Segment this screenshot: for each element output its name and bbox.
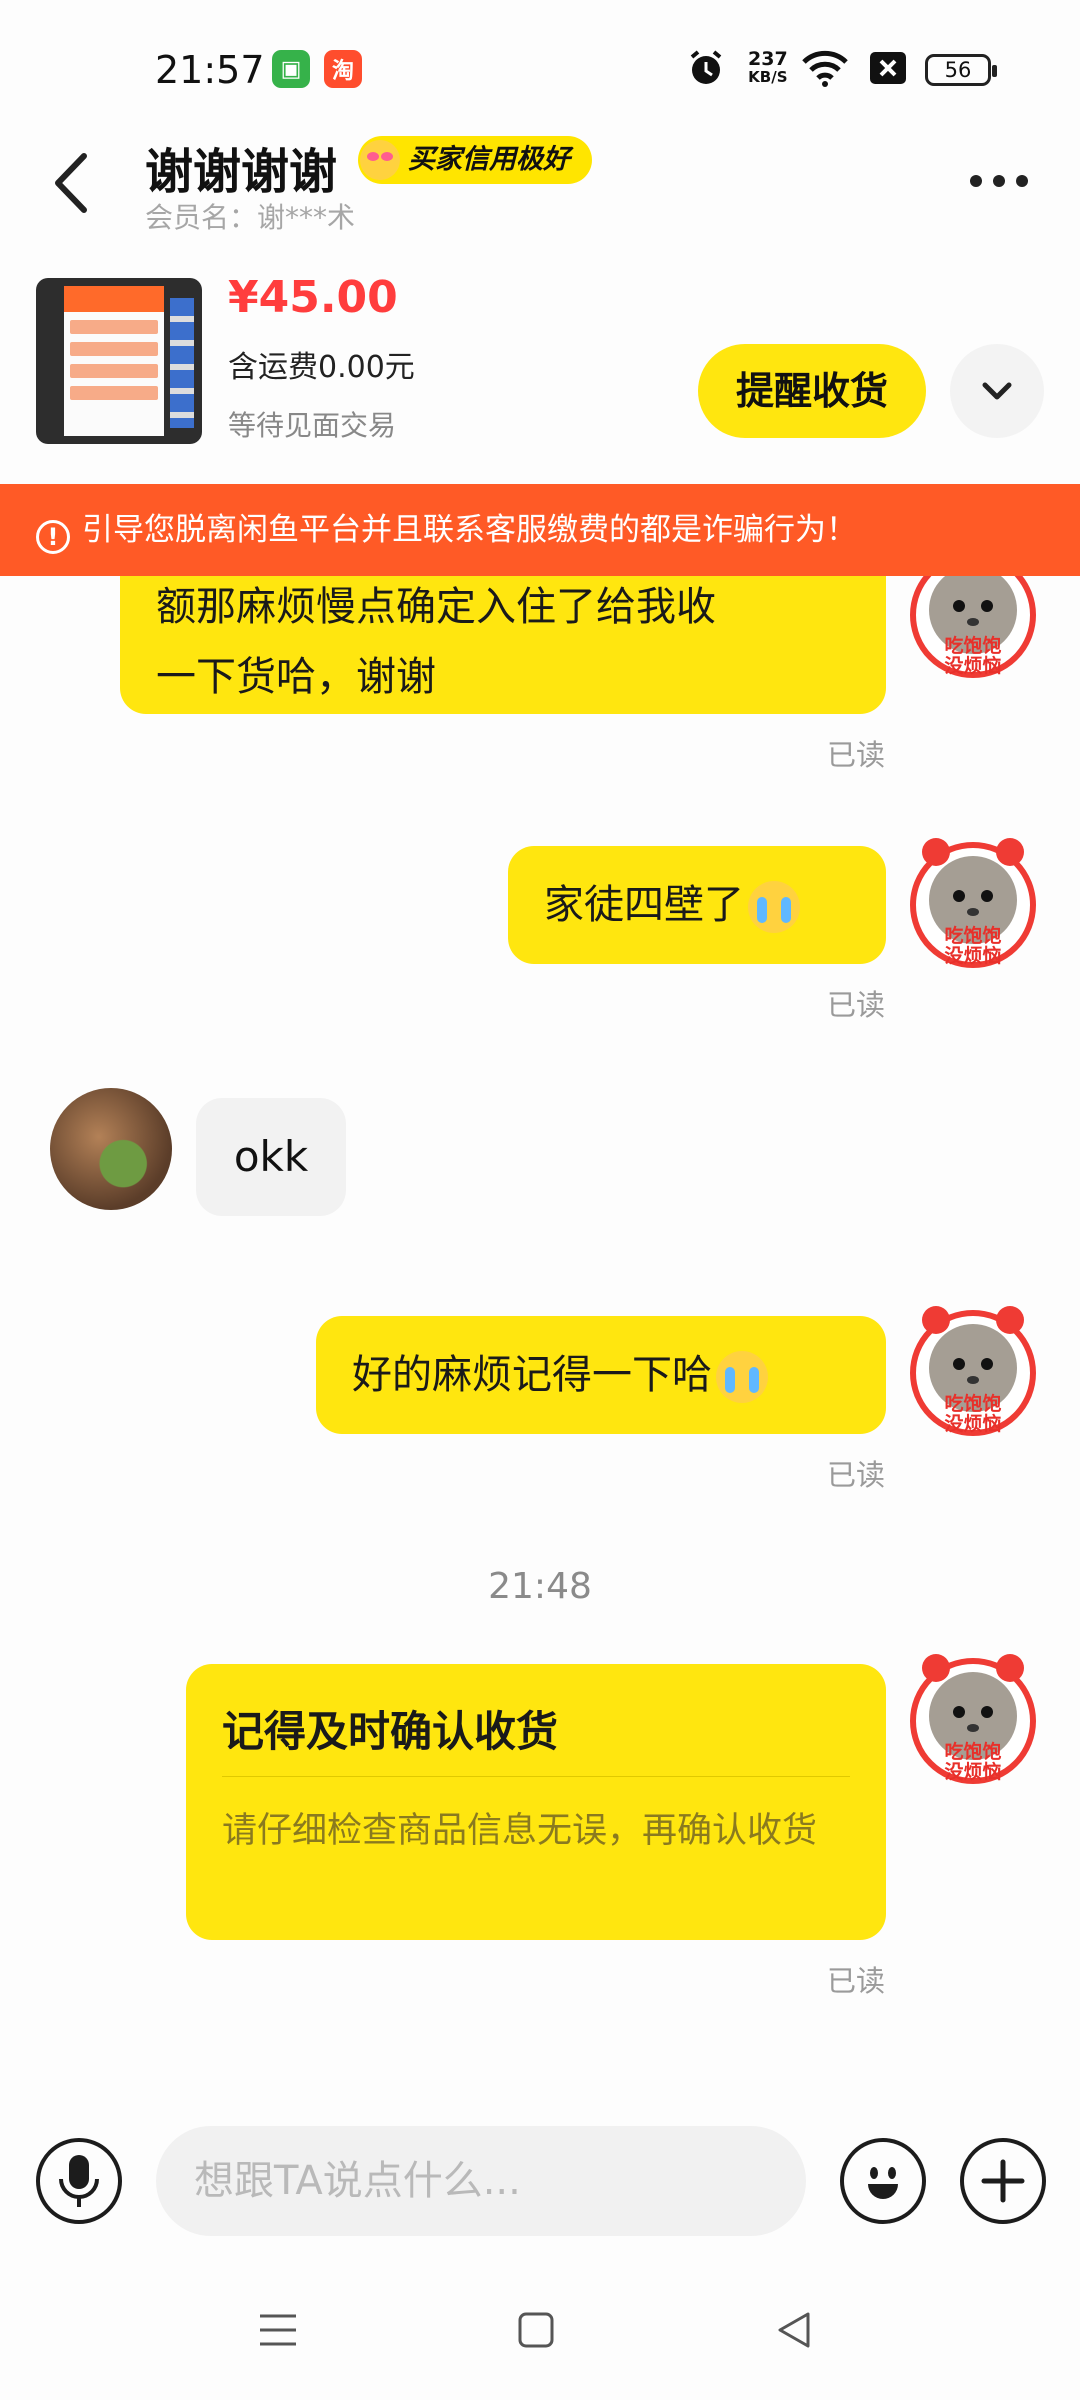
crying-emoji-icon (716, 1351, 768, 1403)
shipping-fee: 含运费0.00元 (228, 350, 415, 385)
confirm-receipt-card[interactable]: 记得及时确认收货 请仔细检查商品信息无误，再确认收货 (186, 1664, 886, 1940)
home-nav-button[interactable] (506, 2300, 566, 2360)
taobao-icon: 淘 (324, 50, 362, 88)
user-avatar[interactable]: 吃饱饱 没烦恼 (906, 838, 1040, 972)
emoji-face-icon (360, 140, 400, 180)
card-title: 记得及时确认收货 (222, 1707, 559, 1756)
read-status: 已读 (826, 988, 885, 1022)
fraud-warning-banner: ! 引导您脱离闲鱼平台并且联系客服缴费的都是诈骗行为！ (0, 484, 1080, 576)
message-bubble[interactable]: 好的麻烦记得一下哈 (316, 1316, 886, 1434)
back-arrow-icon[interactable] (46, 148, 96, 218)
menu-icon (260, 2314, 296, 2346)
svg-text:没烦恼: 没烦恼 (944, 654, 1001, 677)
svg-text:吃饱饱: 吃饱饱 (944, 924, 1001, 947)
message-timestamp: 21:48 (488, 1566, 592, 1607)
chevron-down-icon (982, 382, 1012, 400)
user-avatar[interactable]: 吃饱饱 没烦恼 (906, 1306, 1040, 1440)
chat-header: 谢谢谢谢 买家信用极好 会员名：谢***术 (0, 120, 1080, 240)
order-price: ¥45.00 (228, 272, 398, 323)
card-body: 请仔细检查商品信息无误，再确认收货 (222, 1811, 818, 1851)
crying-emoji-icon (748, 881, 800, 933)
system-navigation-bar (0, 2270, 1080, 2400)
svg-text:没烦恼: 没烦恼 (944, 1412, 1001, 1435)
message-input[interactable]: 想跟TA说点什么... (156, 2126, 806, 2236)
smile-icon (868, 2167, 898, 2199)
user-avatar[interactable]: 吃饱饱 没烦恼 (906, 576, 1040, 682)
clock: 21:57 (155, 48, 265, 92)
plus-icon (981, 2159, 1025, 2203)
svg-text:没烦恼: 没烦恼 (944, 1760, 1001, 1783)
battery-icon: 56 (925, 54, 997, 86)
order-status: 等待见面交易 (228, 409, 397, 442)
expand-order-button[interactable] (950, 344, 1044, 438)
order-card[interactable]: ¥45.00 含运费0.00元 等待见面交易 提醒收货 (0, 252, 1080, 472)
wifi-icon (802, 50, 848, 87)
input-bar: 想跟TA说点什么... (0, 2106, 1080, 2256)
read-status: 已读 (826, 1964, 885, 1998)
svg-text:吃饱饱: 吃饱饱 (944, 634, 1001, 657)
message-bubble[interactable]: okk (196, 1098, 346, 1216)
home-square-icon (518, 2312, 554, 2348)
microphone-icon (59, 2155, 99, 2207)
message-bubble[interactable]: 家徒四壁了 (508, 846, 886, 964)
member-name: 会员名：谢***术 (145, 201, 356, 234)
status-bar: 21:57 ▣ 淘 237 KB/S 56 (0, 0, 1080, 140)
close-box-icon (870, 52, 906, 84)
app-green-icon: ▣ (272, 50, 310, 88)
more-options-icon[interactable] (970, 172, 1039, 191)
network-speed: 237 KB/S (748, 48, 788, 87)
card-divider (222, 1776, 850, 1777)
menu-nav-button[interactable] (248, 2300, 308, 2360)
contact-avatar[interactable] (50, 1088, 172, 1210)
chat-title: 谢谢谢谢 (145, 144, 338, 200)
credit-badge: 买家信用极好 (358, 136, 592, 184)
alarm-icon (690, 50, 722, 84)
message-list[interactable]: 额那麻烦慢点确定入住了给我收 一下货哈，谢谢 吃饱饱 没烦恼 已读 家徒四壁了 … (0, 576, 1080, 2106)
svg-text:吃饱饱: 吃饱饱 (944, 1740, 1001, 1763)
warning-icon: ! (36, 520, 70, 554)
voice-button[interactable] (36, 2138, 122, 2224)
back-nav-button[interactable] (764, 2300, 824, 2360)
svg-text:吃饱饱: 吃饱饱 (944, 1392, 1001, 1415)
emoji-button[interactable] (840, 2138, 926, 2224)
remind-receipt-button[interactable]: 提醒收货 (698, 344, 926, 438)
user-avatar[interactable]: 吃饱饱 没烦恼 (906, 1654, 1040, 1788)
more-actions-button[interactable] (960, 2138, 1046, 2224)
product-thumbnail[interactable] (36, 278, 202, 444)
read-status: 已读 (826, 1458, 885, 1492)
back-triangle-icon (778, 2312, 810, 2348)
read-status: 已读 (826, 738, 885, 772)
svg-text:没烦恼: 没烦恼 (944, 944, 1001, 967)
message-bubble[interactable]: 额那麻烦慢点确定入住了给我收 一下货哈，谢谢 (120, 576, 886, 714)
